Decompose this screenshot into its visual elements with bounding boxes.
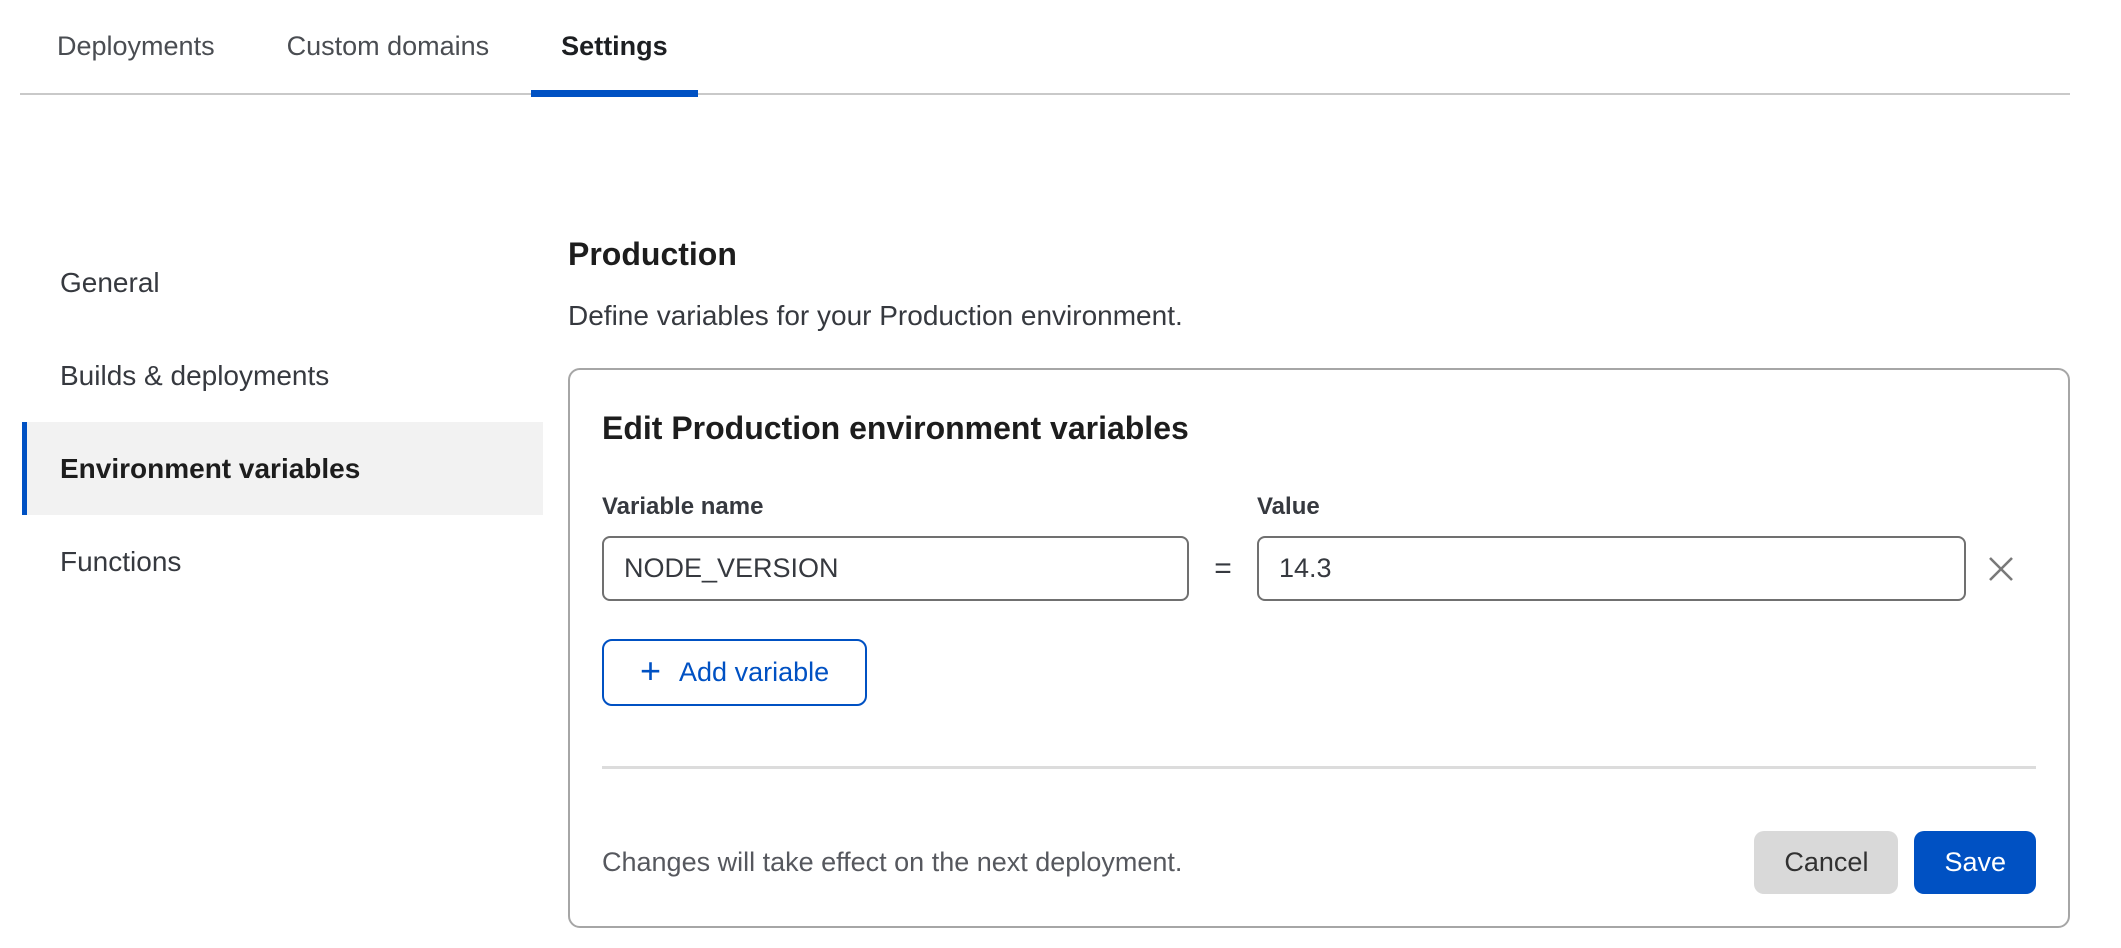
tab-custom-domains[interactable]: Custom domains (257, 0, 520, 93)
variable-name-input[interactable] (602, 536, 1189, 601)
variable-row: Variable name = Value (602, 493, 2036, 601)
save-button[interactable]: Save (1914, 831, 2036, 894)
sidebar-item-environment-variables[interactable]: Environment variables (22, 422, 543, 515)
plus-icon: + (640, 653, 661, 689)
tab-settings[interactable]: Settings (531, 0, 698, 93)
environment-variables-panel: Production Define variables for your Pro… (568, 236, 2070, 928)
footer-actions: Cancel Save (1754, 831, 2036, 894)
tab-deployments[interactable]: Deployments (27, 0, 245, 93)
add-variable-label: Add variable (679, 657, 829, 688)
variable-value-label: Value (1257, 493, 1966, 521)
card-footer: Changes will take effect on the next dep… (602, 831, 2036, 894)
cancel-button[interactable]: Cancel (1754, 831, 1898, 894)
sidebar-item-general[interactable]: General (22, 236, 543, 329)
close-icon (1983, 551, 2019, 587)
sidebar-item-functions[interactable]: Functions (22, 515, 543, 608)
remove-variable-button[interactable] (1966, 536, 2036, 601)
variable-name-field-group: Variable name (602, 493, 1189, 601)
project-tabbar: Deployments Custom domains Settings (20, 0, 2070, 95)
edit-variables-card: Edit Production environment variables Va… (568, 368, 2070, 928)
equals-sign: = (1189, 536, 1257, 601)
variable-value-input[interactable] (1257, 536, 1966, 601)
settings-content: General Builds & deployments Environment… (0, 236, 2121, 928)
sidebar-item-builds-deployments[interactable]: Builds & deployments (22, 329, 543, 422)
card-divider (602, 766, 2036, 769)
card-title: Edit Production environment variables (602, 410, 2036, 447)
footer-note: Changes will take effect on the next dep… (602, 847, 1182, 878)
page-title: Production (568, 236, 2070, 273)
variable-value-field-group: Value (1257, 493, 1966, 601)
add-variable-button[interactable]: + Add variable (602, 639, 867, 706)
variable-name-label: Variable name (602, 493, 1189, 521)
settings-sidebar: General Builds & deployments Environment… (22, 236, 543, 608)
page-subtitle: Define variables for your Production env… (568, 299, 2070, 333)
